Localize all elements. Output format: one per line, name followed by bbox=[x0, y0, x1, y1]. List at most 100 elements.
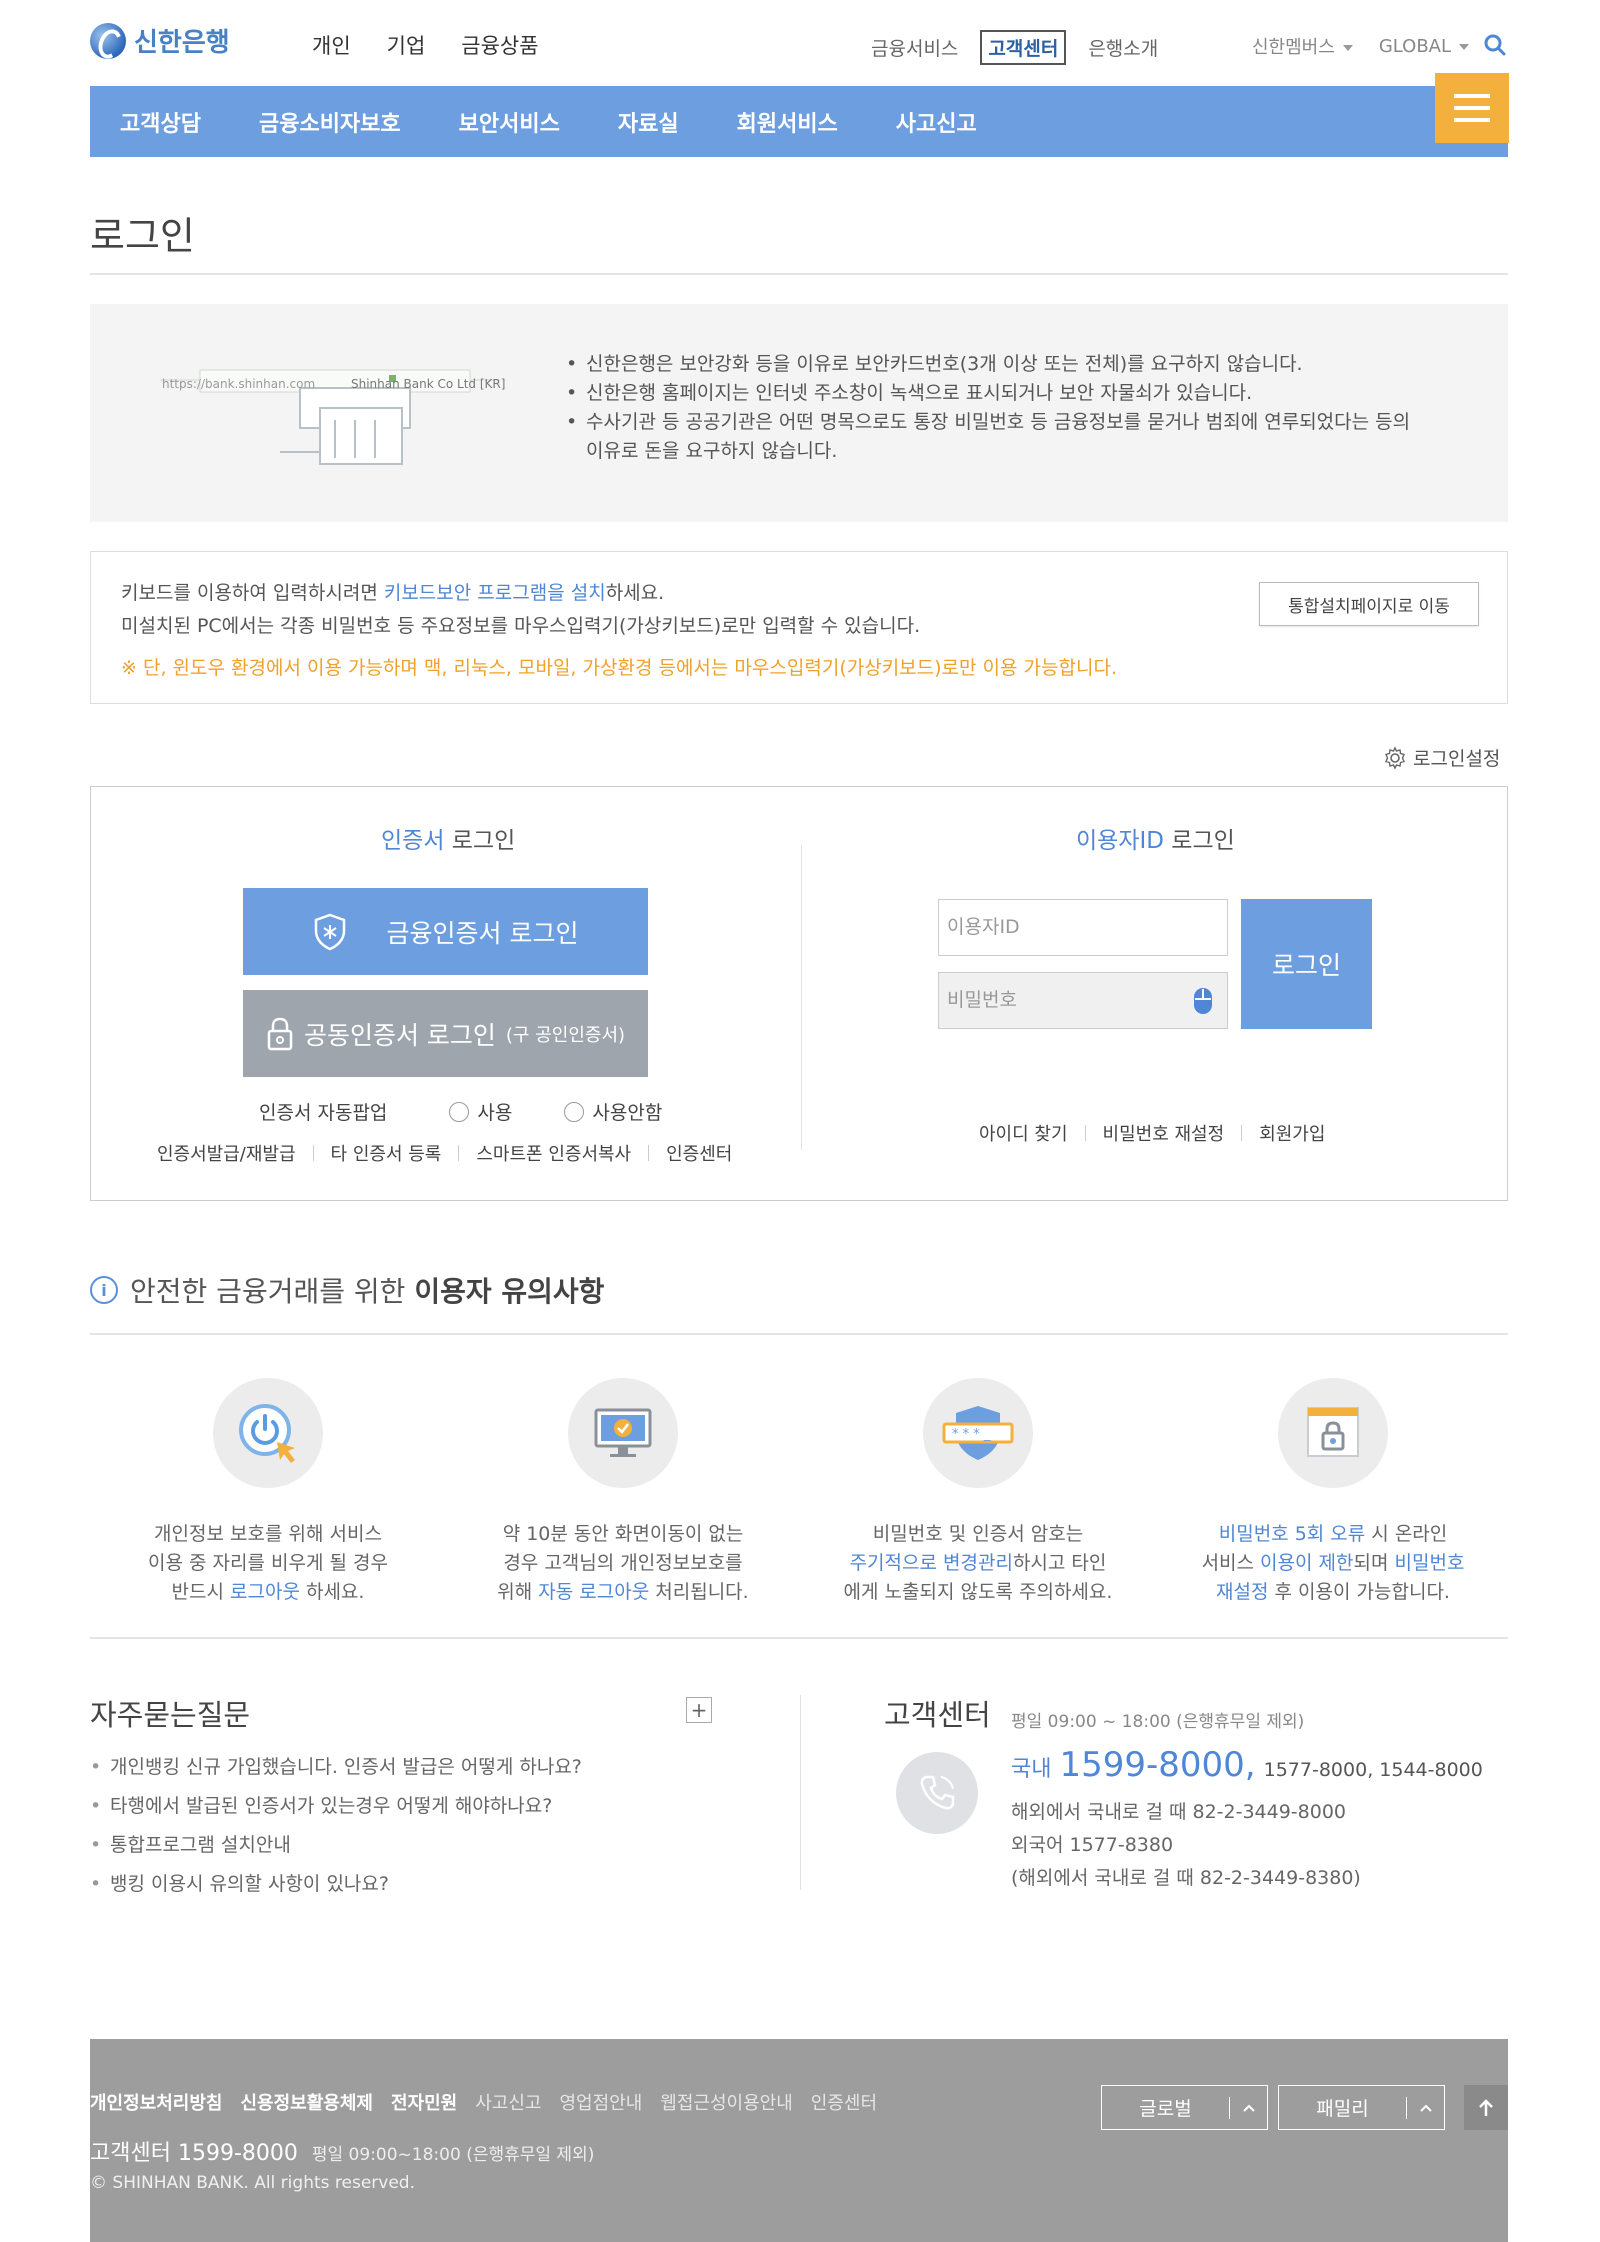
logo-text: 신한은행 bbox=[134, 28, 230, 58]
cert-issue-link[interactable]: 인증서발급/재발급 bbox=[157, 1140, 296, 1166]
chevron-up-icon bbox=[1229, 2096, 1267, 2119]
joint-cert-login-label: 공동인증서 로그인 bbox=[303, 1020, 496, 1050]
link-separator bbox=[1084, 1125, 1086, 1141]
popup-not-use-radio[interactable]: 사용안함 bbox=[564, 1098, 662, 1125]
password-input[interactable]: 비밀번호 bbox=[938, 972, 1228, 1029]
tip-password-change: * * * _ 비밀번호 및 인증서 암호는 주기적으로 변경관리하시고 타인 … bbox=[818, 1378, 1138, 1607]
tip-line: 후 이용이 가능합니다. bbox=[1268, 1581, 1450, 1603]
search-icon[interactable] bbox=[1484, 34, 1506, 56]
faq-item[interactable]: 통합프로그램 설치안내 bbox=[90, 1826, 582, 1865]
login-button[interactable]: 로그인 bbox=[1241, 899, 1372, 1029]
faq-title: 자주묻는질문 bbox=[90, 1698, 251, 1732]
foreign-language-phone: 외국어 1577-8380 bbox=[1011, 1834, 1174, 1856]
branch-info-link[interactable]: 영업점안내 bbox=[559, 2089, 642, 2115]
privacy-policy-link[interactable]: 개인정보처리방침 bbox=[90, 2089, 222, 2115]
keyboard-security-box: 키보드를 이용하여 입력하시려면 키보드보안 프로그램을 설치하세요. 미설치된… bbox=[90, 551, 1508, 704]
tip-line: 서비스 bbox=[1201, 1552, 1261, 1574]
nav-products[interactable]: 금융상품 bbox=[461, 30, 538, 60]
other-cert-register-link[interactable]: 타 인증서 등록 bbox=[331, 1140, 442, 1166]
safety-title-pre: 안전한 금융거래를 위한 bbox=[130, 1275, 415, 1308]
copyright: © SHINHAN BANK. All rights reserved. bbox=[90, 2173, 415, 2193]
reset-password-link[interactable]: 비밀번호 재설정 bbox=[1103, 1120, 1225, 1146]
section-divider bbox=[90, 1637, 1508, 1639]
install-page-button[interactable]: 통합설치페이지로 이동 bbox=[1259, 582, 1479, 626]
scroll-to-top-button[interactable] bbox=[1464, 2085, 1508, 2130]
hamburger-menu-button[interactable] bbox=[1435, 73, 1509, 143]
tip-highlight: 주기적으로 변경관리 bbox=[849, 1552, 1013, 1574]
keyboard-line-1-pre: 키보드를 이용하여 입력하시려면 bbox=[121, 582, 384, 604]
global-select[interactable]: 글로벌 bbox=[1101, 2085, 1268, 2130]
right-nav: 신한멤버스 GLOBAL bbox=[1252, 33, 1470, 59]
cert-auto-popup-label: 인증서 자동팝업 bbox=[259, 1102, 388, 1124]
gnb-consumer-protection[interactable]: 금융소비자보호 bbox=[259, 106, 401, 138]
faq-item[interactable]: 뱅킹 이용시 유의할 사항이 있나요? bbox=[90, 1865, 582, 1904]
tip-highlight: 이용이 제한 bbox=[1260, 1552, 1354, 1574]
tip-line: 되며 bbox=[1353, 1552, 1395, 1574]
gnb-member-services[interactable]: 회원서비스 bbox=[737, 106, 838, 138]
cert-login-title: 인증서 로그인 bbox=[381, 821, 515, 855]
phone-icon bbox=[896, 1752, 978, 1834]
credit-info-link[interactable]: 신용정보활용체제 bbox=[240, 2089, 372, 2115]
phone-handset-icon bbox=[920, 1775, 955, 1810]
nav-global[interactable]: GLOBAL bbox=[1379, 36, 1470, 57]
joint-cert-login-button[interactable]: 공동인증서 로그인 (구 공인인증서) bbox=[243, 990, 648, 1077]
domestic-number[interactable]: 1599-8000, bbox=[1059, 1745, 1255, 1785]
link-separator bbox=[312, 1145, 314, 1161]
faq-item[interactable]: 개인뱅킹 신규 가입했습니다. 인증서 발급은 어떻게 하나요? bbox=[90, 1748, 582, 1787]
nav-about-bank[interactable]: 은행소개 bbox=[1088, 34, 1158, 61]
family-select[interactable]: 패밀리 bbox=[1278, 2085, 1445, 2130]
sign-up-link[interactable]: 회원가입 bbox=[1259, 1120, 1325, 1146]
notice-item-continued-text: 이유로 돈을 요구하지 않습니다. bbox=[586, 440, 838, 462]
smartphone-cert-copy-link[interactable]: 스마트폰 인증서복사 bbox=[476, 1140, 631, 1166]
tip-circle bbox=[568, 1378, 678, 1488]
login-settings-link[interactable]: 로그인설정 bbox=[1383, 744, 1500, 771]
lock-icon bbox=[267, 1017, 293, 1050]
global-select-label: 글로벌 bbox=[1139, 2098, 1192, 2120]
e-complaint-link[interactable]: 전자민원 bbox=[391, 2089, 457, 2115]
overseas-phone: 해외에서 국내로 걸 때 82-2-3449-8000 bbox=[1011, 1801, 1347, 1823]
customer-center-title: 고객센터 bbox=[884, 1698, 991, 1732]
incident-report-link[interactable]: 사고신고 bbox=[475, 2089, 541, 2115]
customer-center-hours: 평일 09:00 ~ 18:00 (은행휴무일 제외) bbox=[1011, 1712, 1305, 1732]
notice-item-continued: 이유로 돈을 요구하지 않습니다. bbox=[566, 437, 1410, 466]
link-separator bbox=[1241, 1125, 1243, 1141]
hamburger-line bbox=[1454, 94, 1490, 98]
nav-corporate[interactable]: 기업 bbox=[387, 30, 426, 60]
faq-item[interactable]: 타행에서 발급된 인증서가 있는경우 어떻게 해야하나요? bbox=[90, 1787, 582, 1826]
tip-line: 비밀번호 및 인증서 암호는 bbox=[872, 1523, 1084, 1545]
tip-password-error-text: 비밀번호 5회 오류 시 온라인 서비스 이용이 제한되며 비밀번호 재설정 후… bbox=[1173, 1520, 1493, 1607]
footer-customer-center: 고객센터 1599-8000 평일 09:00~18:00 (은행휴무일 제외) bbox=[90, 2135, 594, 2167]
tip-line: 시 온라인 bbox=[1365, 1523, 1448, 1545]
nav-customer-center[interactable]: 고객센터 bbox=[980, 30, 1067, 65]
tip-line: 에게 노출되지 않도록 주의하세요. bbox=[843, 1581, 1113, 1603]
gnb-security-services[interactable]: 보안서비스 bbox=[459, 106, 560, 138]
tip-line: 하시고 타인 bbox=[1012, 1552, 1107, 1574]
chevron-up-icon bbox=[1406, 2096, 1444, 2119]
svg-text:* * * _: * * * _ bbox=[952, 1427, 991, 1442]
link-separator bbox=[648, 1145, 650, 1161]
popup-use-radio[interactable]: 사용 bbox=[449, 1098, 512, 1125]
password-placeholder: 비밀번호 bbox=[947, 989, 1017, 1011]
find-id-link[interactable]: 아이디 찾기 bbox=[979, 1120, 1068, 1146]
nav-personal[interactable]: 개인 bbox=[312, 30, 351, 60]
install-keyboard-security-link[interactable]: 키보드보안 프로그램을 설치 bbox=[384, 582, 606, 604]
sub-nav: 금융서비스 고객센터 은행소개 bbox=[871, 30, 1158, 65]
shinhan-logo[interactable]: 신한은행 bbox=[90, 22, 230, 59]
accessibility-link[interactable]: 웹접근성이용안내 bbox=[660, 2089, 792, 2115]
gnb-consultation[interactable]: 고객상담 bbox=[120, 106, 201, 138]
user-id-input[interactable]: 이용자ID bbox=[938, 899, 1228, 956]
shield-password-icon: * * * _ bbox=[942, 1406, 1014, 1460]
arrow-up-icon bbox=[1479, 2098, 1493, 2116]
cert-login-title-rest: 로그인 bbox=[444, 828, 516, 854]
finance-cert-login-button[interactable]: 금융인증서 로그인 bbox=[243, 888, 648, 975]
nav-financial-services[interactable]: 금융서비스 bbox=[871, 34, 958, 61]
faq-more-button[interactable]: + bbox=[686, 1697, 712, 1723]
gnb-resources[interactable]: 자료실 bbox=[618, 106, 679, 138]
mouse-keyboard-icon[interactable] bbox=[1193, 987, 1213, 1015]
gnb-incident-report[interactable]: 사고신고 bbox=[896, 106, 977, 138]
footer: 개인정보처리방침 신용정보활용체제 전자민원 사고신고 영업점안내 웹접근성이용… bbox=[90, 2039, 1508, 2242]
cert-center-link[interactable]: 인증센터 bbox=[666, 1140, 732, 1166]
footer-cert-center-link[interactable]: 인증센터 bbox=[811, 2089, 877, 2115]
nav-shinhan-members[interactable]: 신한멤버스 bbox=[1252, 33, 1353, 59]
popup-use-label: 사용 bbox=[477, 1102, 513, 1124]
